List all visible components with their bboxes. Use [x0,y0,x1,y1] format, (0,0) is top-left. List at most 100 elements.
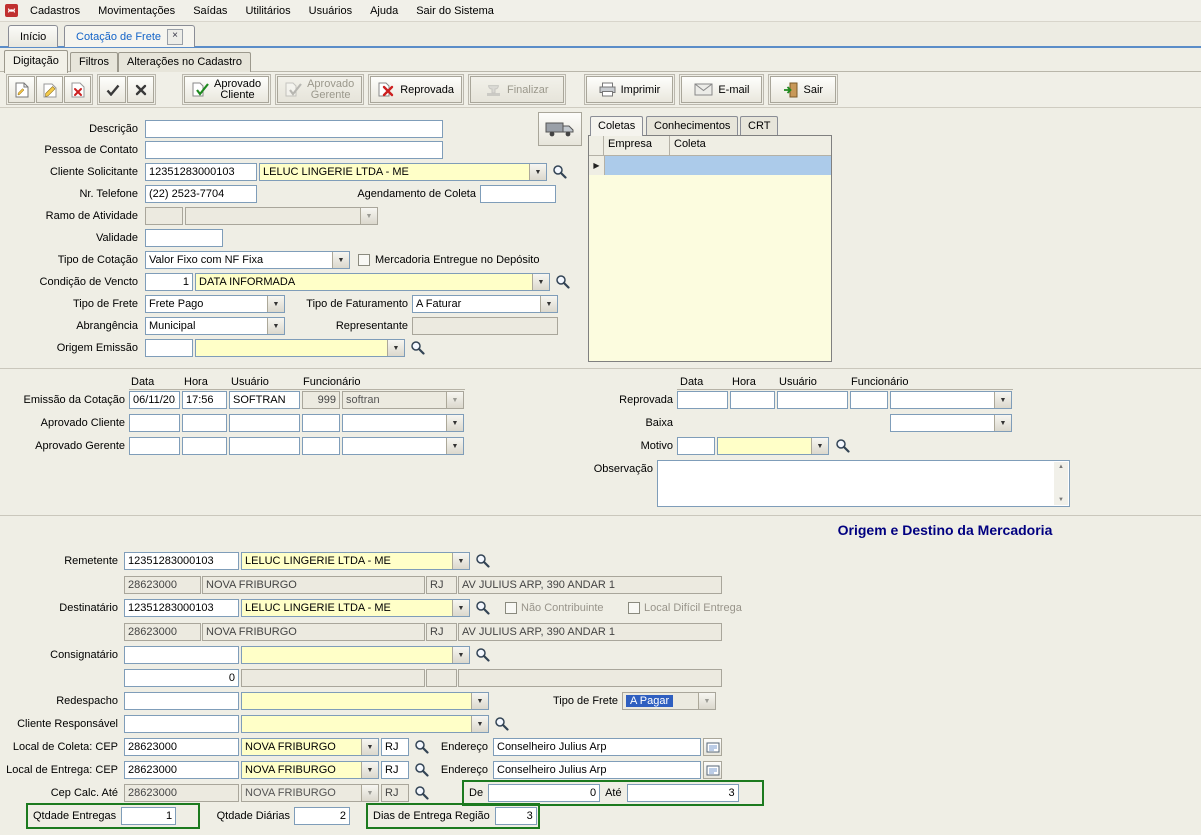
condicao-vencto-code-input[interactable] [145,273,193,291]
chevron-down-icon[interactable]: ▼ [446,438,463,454]
menu-sair-do-sistema[interactable]: Sair do Sistema [407,0,503,22]
redespacho-combo[interactable]: ▼ [241,692,489,710]
aprovcli-usuario-input[interactable] [229,414,300,432]
chevron-down-icon[interactable]: ▼ [532,274,549,290]
destinatario-search-button[interactable] [474,599,491,616]
chevron-down-icon[interactable]: ▼ [267,318,284,334]
chevron-down-icon[interactable]: ▼ [387,340,404,356]
redespacho-code-input[interactable] [124,692,239,710]
origem-emissao-combo[interactable]: ▼ [195,339,405,357]
chevron-down-icon[interactable]: ▼ [361,762,378,778]
cliente-solicitante-combo[interactable]: LELUC LINGERIE LTDA - ME ▼ [259,163,547,181]
imprimir-button[interactable]: Imprimir [586,76,674,103]
coleta-uf-input[interactable] [381,738,409,756]
aprovger-func-num-input[interactable] [302,437,340,455]
chevron-down-icon[interactable]: ▼ [267,296,284,312]
subtab-alteracoes[interactable]: Alterações no Cadastro [118,52,251,72]
menu-saidas[interactable]: Saídas [184,0,236,22]
origem-emissao-search-button[interactable] [409,339,426,356]
chevron-down-icon[interactable]: ▼ [471,693,488,709]
cliente-responsavel-combo[interactable]: ▼ [241,715,489,733]
entrega-cep-input[interactable] [124,761,239,779]
cliente-responsavel-code-input[interactable] [124,715,239,733]
pessoa-contato-input[interactable] [145,141,443,159]
destinatario-code-input[interactable] [124,599,239,617]
menu-usuarios[interactable]: Usuários [300,0,361,22]
confirm-button[interactable] [99,76,126,103]
nr-telefone-input[interactable] [145,185,257,203]
condicao-vencto-combo[interactable]: DATA INFORMADA ▼ [195,273,550,291]
emissao-usuario-input[interactable] [229,391,300,409]
chevron-down-icon[interactable]: ▼ [446,415,463,431]
aprovcli-hora-input[interactable] [182,414,227,432]
tab-conhecimentos[interactable]: Conhecimentos [646,116,738,136]
ate-input[interactable] [627,784,739,802]
tab-coletas[interactable]: Coletas [590,116,643,136]
menu-movimentacoes[interactable]: Movimentações [89,0,184,22]
tab-inicio[interactable]: Início [8,25,58,47]
cancel-button[interactable] [127,76,154,103]
agendamento-coleta-input[interactable] [480,185,556,203]
validade-input[interactable] [145,229,223,247]
chevron-down-icon[interactable]: ▼ [361,739,378,755]
chevron-down-icon[interactable]: ▼ [452,647,469,663]
cep-calc-search-button[interactable] [413,784,430,801]
delete-record-button[interactable] [64,76,91,103]
emissao-hora-input[interactable] [182,391,227,409]
menu-cadastros[interactable]: Cadastros [21,0,89,22]
aprovger-hora-input[interactable] [182,437,227,455]
cliente-solicitante-search-button[interactable] [551,163,568,180]
emissao-data-input[interactable] [129,391,180,409]
coletas-selected-row[interactable]: ▶ [589,156,831,175]
tab-close-icon[interactable]: × [167,29,183,45]
empresa-column-header[interactable]: Empresa [604,136,670,155]
consignatario-search-button[interactable] [474,646,491,663]
reprovada-func-combo[interactable]: ▼ [890,391,1012,409]
coleta-cidade-combo[interactable]: NOVA FRIBURGO ▼ [241,738,379,756]
email-button[interactable]: E-mail [681,76,762,103]
mercadoria-deposito-checkbox[interactable] [358,254,370,266]
qtdade-diarias-input[interactable] [294,807,350,825]
chevron-down-icon[interactable]: ▼ [994,415,1011,431]
menu-ajuda[interactable]: Ajuda [361,0,407,22]
motivo-combo[interactable]: ▼ [717,437,829,455]
consignatario-code-input[interactable] [124,646,239,664]
aprovcli-func-num-input[interactable] [302,414,340,432]
menu-utilitarios[interactable]: Utilitários [236,0,299,22]
aprovger-data-input[interactable] [129,437,180,455]
subtab-digitacao[interactable]: Digitação [4,50,68,73]
tipo-frete-combo[interactable]: Frete Pago ▼ [145,295,285,313]
reprovada-data-input[interactable] [677,391,728,409]
coleta-cep-input[interactable] [124,738,239,756]
coleta-endereco-button[interactable] [703,738,722,756]
coleta-search-button[interactable] [413,738,430,755]
aprovcli-data-input[interactable] [129,414,180,432]
reprovada-func-num-input[interactable] [850,391,888,409]
entrega-cidade-combo[interactable]: NOVA FRIBURGO ▼ [241,761,379,779]
remetente-code-input[interactable] [124,552,239,570]
entrega-search-button[interactable] [413,761,430,778]
edit-record-button[interactable] [36,76,63,103]
abrangencia-combo[interactable]: Municipal ▼ [145,317,285,335]
coleta-truck-button[interactable] [538,112,582,146]
motivo-code-input[interactable] [677,437,715,455]
chevron-down-icon[interactable]: ▼ [529,164,546,180]
chevron-down-icon[interactable]: ▼ [332,252,349,268]
entrega-endereco-input[interactable] [493,761,701,779]
coleta-column-header[interactable]: Coleta [670,136,831,155]
scroll-up-icon[interactable]: ▲ [1058,464,1064,470]
remetente-search-button[interactable] [474,552,491,569]
consignatario-combo[interactable]: ▼ [241,646,470,664]
condicao-vencto-search-button[interactable] [554,273,571,290]
tipo-cotacao-combo[interactable]: Valor Fixo com NF Fixa ▼ [145,251,350,269]
new-record-button[interactable] [8,76,35,103]
aprovado-cliente-button[interactable]: Aprovado Cliente [184,76,269,103]
origem-emissao-code-input[interactable] [145,339,193,357]
tipo-faturamento-combo[interactable]: A Faturar ▼ [412,295,558,313]
observacao-scrollbar[interactable]: ▲ ▼ [1054,462,1068,505]
cliente-solicitante-code-input[interactable] [145,163,257,181]
reprovada-button[interactable]: Reprovada [370,76,462,103]
chevron-down-icon[interactable]: ▼ [452,600,469,616]
chevron-down-icon[interactable]: ▼ [452,553,469,569]
subtab-filtros[interactable]: Filtros [70,52,118,72]
